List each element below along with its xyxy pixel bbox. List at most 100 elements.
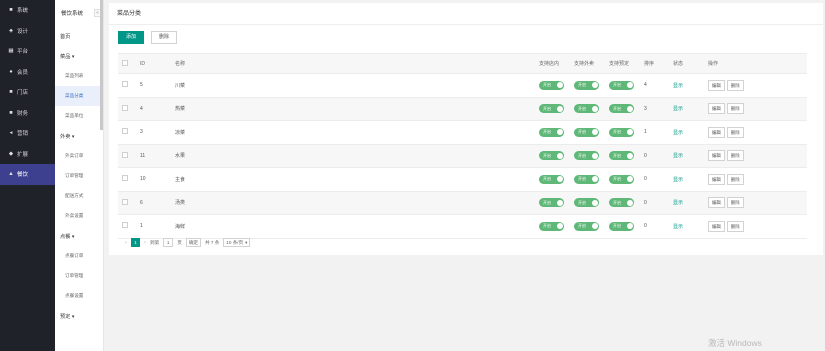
subnav-item-dinein-orders[interactable]: 点餐订单 <box>55 246 103 266</box>
page-size-select[interactable]: 10 条/页 ▾ <box>223 238 251 247</box>
col-takeout[interactable]: 支持店内 <box>535 53 570 74</box>
nav-item-food[interactable]: ▲ 餐饮 <box>0 164 55 185</box>
page-1-button[interactable]: 1 <box>131 238 140 247</box>
reserve-toggle[interactable]: 开启 <box>609 221 634 231</box>
edit-button[interactable]: 编辑 <box>708 150 725 162</box>
subnav-item-delivery[interactable]: 配送方式 <box>55 186 103 206</box>
delete-button[interactable]: 删除 <box>726 79 744 91</box>
edit-button[interactable]: 编辑 <box>708 220 725 232</box>
reserve-toggle[interactable]: 开启 <box>609 127 634 137</box>
row-ops: 编辑 删除 <box>704 190 807 215</box>
nav-item-finance[interactable]: ■ 财务 <box>0 103 55 124</box>
edit-button[interactable]: 编辑 <box>708 173 725 185</box>
goto-page-input[interactable]: 1 <box>163 238 174 247</box>
delete-button[interactable]: 删除 <box>726 150 744 162</box>
col-status[interactable]: 状态 <box>669 53 704 74</box>
row-name: 川菜 <box>171 73 535 98</box>
subnav-group-takeout[interactable]: 外卖 ▾ <box>55 126 103 146</box>
row-checkbox[interactable] <box>122 175 128 182</box>
add-button[interactable]: 添加 <box>118 30 145 44</box>
col-reserve[interactable]: 支持预定 <box>605 53 640 74</box>
nav-item-member[interactable]: ● 会员 <box>0 62 55 83</box>
takeout-toggle[interactable]: 开启 <box>539 221 564 231</box>
delete-button[interactable]: 删除 <box>726 103 744 115</box>
subnav-item-dish-list[interactable]: 菜品列表 <box>55 66 103 86</box>
delete-button[interactable]: 删除 <box>726 197 744 209</box>
subnav-item-takeout-orders[interactable]: 外卖订单 <box>55 146 103 166</box>
reserve-toggle[interactable]: 开启 <box>609 80 634 90</box>
pickup-cell: 开启 <box>570 96 605 121</box>
row-checkbox[interactable] <box>122 222 128 229</box>
subnav-scrollbar[interactable] <box>100 0 103 130</box>
edit-button[interactable]: 编辑 <box>708 126 725 138</box>
pickup-toggle[interactable]: 开启 <box>574 80 599 90</box>
pickup-toggle[interactable]: 开启 <box>574 104 599 114</box>
subnav-item-dish-unit[interactable]: 菜品单位 <box>55 106 103 126</box>
nav-item-extension[interactable]: ◆ 扩展 <box>0 144 55 165</box>
pickup-toggle[interactable]: 开启 <box>574 198 599 208</box>
row-ops: 编辑 删除 <box>704 167 807 192</box>
takeout-toggle[interactable]: 开启 <box>539 127 564 137</box>
takeout-toggle[interactable]: 开启 <box>539 80 564 90</box>
subnav-item-dinein-settings[interactable]: 点餐设置 <box>55 286 103 306</box>
reserve-toggle[interactable]: 开启 <box>609 174 634 184</box>
windows-activation-watermark: 激活 Windows <box>708 338 762 348</box>
edit-button[interactable]: 编辑 <box>708 197 725 209</box>
nav-item-store[interactable]: ■ 门店 <box>0 82 55 103</box>
sub-sidebar: 餐饮系统 « 首页 菜品 ▾ 菜品列表 菜品分类 菜品单位 外卖 ▾ 外卖订单 … <box>55 0 104 351</box>
goto-suffix: 页 <box>177 239 182 245</box>
takeout-toggle[interactable]: 开启 <box>539 151 564 161</box>
toggle-label: 开启 <box>613 176 621 182</box>
row-id: 10 <box>136 167 171 192</box>
reserve-toggle[interactable]: 开启 <box>609 104 634 114</box>
pickup-toggle[interactable]: 开启 <box>574 221 599 231</box>
row-checkbox[interactable] <box>122 151 128 158</box>
goto-confirm-button[interactable]: 确定 <box>185 238 202 247</box>
row-checkbox[interactable] <box>122 198 128 205</box>
row-sort: 0 <box>640 143 669 168</box>
takeout-toggle[interactable]: 开启 <box>539 174 564 184</box>
edit-button[interactable]: 编辑 <box>708 79 725 91</box>
nav-item-marketing[interactable]: ◂ 营销 <box>0 123 55 144</box>
reserve-toggle[interactable]: 开启 <box>609 151 634 161</box>
edit-button[interactable]: 编辑 <box>708 103 725 115</box>
row-status-cell: 显示 <box>669 190 704 215</box>
row-checkbox[interactable] <box>122 128 128 135</box>
select-all-cell <box>118 53 136 74</box>
nav-label: 扩展 <box>17 151 29 158</box>
prev-page-icon[interactable]: ‹ <box>125 240 127 246</box>
subnav-item-dinein-manage[interactable]: 订单管理 <box>55 266 103 286</box>
takeout-toggle[interactable]: 开启 <box>539 104 564 114</box>
delete-button[interactable]: 删除 <box>726 126 744 138</box>
delete-button[interactable]: 删除 <box>726 173 744 185</box>
reserve-toggle[interactable]: 开启 <box>609 198 634 208</box>
pickup-toggle[interactable]: 开启 <box>574 151 599 161</box>
col-sort[interactable]: 排序 <box>640 53 669 74</box>
takeout-toggle[interactable]: 开启 <box>539 198 564 208</box>
row-status-cell: 显示 <box>669 143 704 168</box>
batch-delete-button[interactable]: 删除 <box>151 30 178 44</box>
nav-item-system[interactable]: ■ 系统 <box>0 0 55 21</box>
subnav-item-takeout-manage[interactable]: 订单管理 <box>55 166 103 186</box>
nav-item-design[interactable]: ♣ 设计 <box>0 21 55 42</box>
col-pickup[interactable]: 支持外卖 <box>570 53 605 74</box>
row-checkbox[interactable] <box>122 104 128 111</box>
toggle-knob <box>556 105 563 112</box>
subnav-item-dish-category[interactable]: 菜品分类 <box>55 86 103 106</box>
subnav-group-dinein[interactable]: 点餐 ▾ <box>55 226 103 246</box>
subnav-item-takeout-settings[interactable]: 外卖设置 <box>55 206 103 226</box>
nav-label: 餐饮 <box>17 172 29 179</box>
subnav-group-reserve[interactable]: 预定 ▾ <box>55 306 103 326</box>
finance-icon: ■ <box>9 109 13 116</box>
nav-item-platform[interactable]: ▦ 平台 <box>0 41 55 62</box>
row-checkbox[interactable] <box>122 81 128 88</box>
next-page-icon[interactable]: › <box>144 240 146 246</box>
col-id[interactable]: ID <box>136 53 171 74</box>
pickup-toggle[interactable]: 开启 <box>574 127 599 137</box>
select-all-checkbox[interactable] <box>122 59 128 66</box>
subnav-group-dishes[interactable]: 菜品 ▾ <box>55 46 103 66</box>
subnav-item-home[interactable]: 首页 <box>55 26 103 46</box>
col-name[interactable]: 名称 <box>171 53 535 74</box>
delete-button[interactable]: 删除 <box>726 220 744 232</box>
pickup-toggle[interactable]: 开启 <box>574 174 599 184</box>
